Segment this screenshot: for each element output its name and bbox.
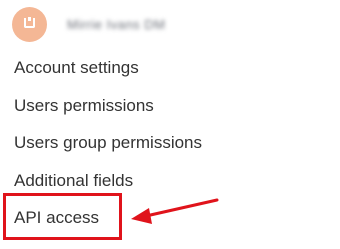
menu-item-users-group-permissions[interactable]: Users group permissions [14,131,202,169]
menu-item-account-settings[interactable]: Account settings [14,56,202,94]
user-avatar-icon [24,17,35,28]
profile-name: Mirrie Ivans DM [67,17,166,32]
avatar[interactable] [12,7,47,42]
highlight-box [3,193,122,240]
user-profile[interactable]: Mirrie Ivans DM [12,7,166,42]
menu-item-users-permissions[interactable]: Users permissions [14,94,202,132]
